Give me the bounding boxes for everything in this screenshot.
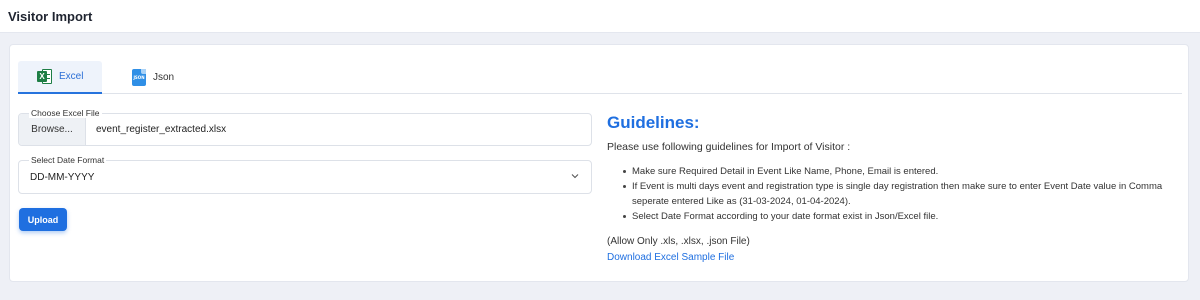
chevron-down-icon xyxy=(571,174,579,179)
date-format-value: DD-MM-YYYY xyxy=(30,171,95,183)
json-icon: JSON xyxy=(132,69,146,86)
browse-button[interactable]: Browse... xyxy=(19,114,86,145)
tab-excel-label: Excel xyxy=(59,71,84,82)
tab-json[interactable]: JSON Json xyxy=(115,61,185,94)
list-item: Select Date Format according to your dat… xyxy=(623,209,1187,224)
guidelines-panel: Guidelines: Please use following guideli… xyxy=(607,113,1187,265)
tab-excel[interactable]: X Excel xyxy=(18,61,102,94)
file-input[interactable]: Browse... event_register_extracted.xlsx xyxy=(18,113,592,146)
import-card: X Excel JSON Json Choose Excel File Brow… xyxy=(9,44,1189,282)
upload-button[interactable]: Upload xyxy=(19,208,67,231)
top-bar: Visitor Import xyxy=(0,0,1200,33)
list-item: Make sure Required Detail in Event Like … xyxy=(623,164,1187,179)
file-field-label: Choose Excel File xyxy=(29,108,102,118)
list-item: If Event is multi days event and registr… xyxy=(623,179,1187,209)
guidelines-list: Make sure Required Detail in Event Like … xyxy=(607,164,1187,224)
guidelines-intro: Please use following guidelines for Impo… xyxy=(607,141,851,153)
date-format-label: Select Date Format xyxy=(29,155,107,165)
allowed-file-types: (Allow Only .xls, .xlsx, .json File) xyxy=(607,236,750,247)
tab-bar: X Excel JSON Json xyxy=(18,61,1182,94)
tab-json-label: Json xyxy=(153,72,175,83)
excel-icon: X xyxy=(37,68,52,85)
date-format-select[interactable]: DD-MM-YYYY xyxy=(18,160,592,194)
download-sample-link[interactable]: Download Excel Sample File xyxy=(607,252,734,263)
page-title: Visitor Import xyxy=(8,9,93,24)
selected-file-name: event_register_extracted.xlsx xyxy=(96,124,227,135)
guidelines-title: Guidelines: xyxy=(607,113,700,132)
